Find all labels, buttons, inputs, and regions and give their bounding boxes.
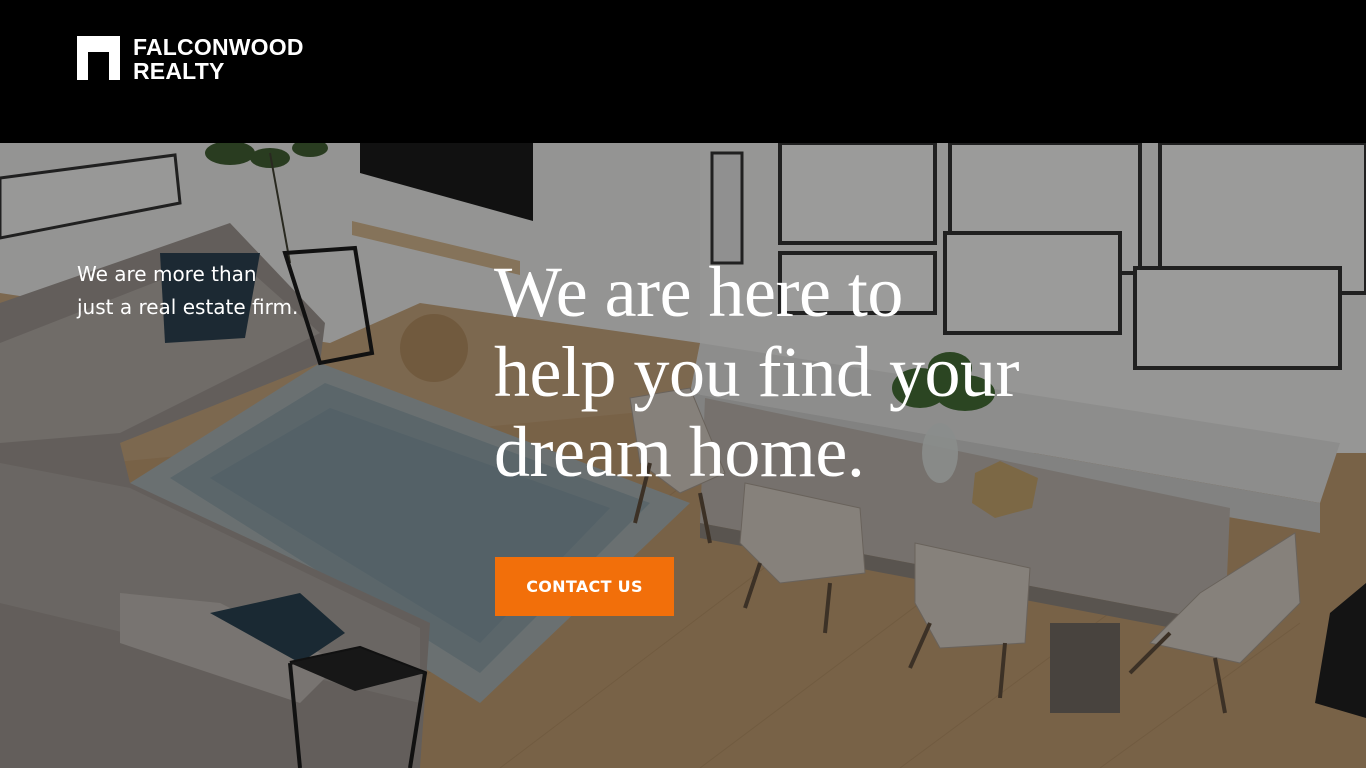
hero-headline-line1: We are here to bbox=[494, 252, 903, 332]
hero-tagline: We are more than just a real estate firm… bbox=[77, 258, 298, 324]
hero-tagline-line1: We are more than bbox=[77, 262, 257, 286]
brand-name: FALCONWOOD REALTY bbox=[133, 35, 304, 83]
brand-name-line2: REALTY bbox=[133, 58, 225, 84]
house-logo-icon bbox=[77, 36, 120, 80]
site-header: FALCONWOOD REALTY bbox=[0, 0, 1366, 143]
brand-name-line1: FALCONWOOD bbox=[133, 34, 304, 60]
hero-tagline-line2: just a real estate firm. bbox=[77, 295, 299, 319]
hero-headline: We are here to help you find your dream … bbox=[494, 252, 1019, 492]
hero-headline-line2: help you find your bbox=[494, 332, 1019, 412]
hero-headline-line3: dream home. bbox=[494, 412, 865, 492]
brand-logo[interactable]: FALCONWOOD REALTY bbox=[77, 35, 304, 83]
contact-us-button[interactable]: CONTACT US bbox=[495, 557, 674, 616]
